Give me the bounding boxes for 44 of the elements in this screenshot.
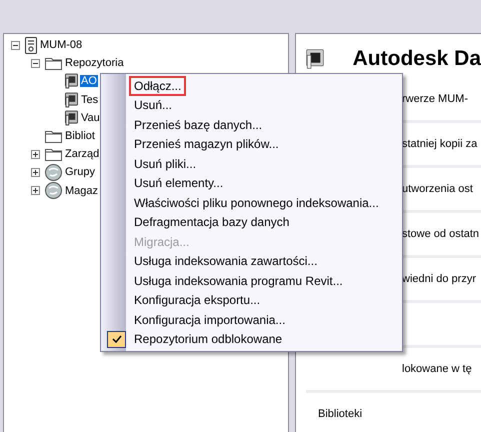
vault-icon bbox=[65, 110, 78, 126]
detail-text: rwerze MUM- bbox=[402, 93, 468, 105]
tree-item[interactable]: Vau bbox=[80, 112, 101, 124]
menu-item[interactable]: Przenieś bazę danych... bbox=[129, 114, 268, 135]
folder-icon bbox=[45, 56, 62, 70]
tree-item[interactable]: Repozytoria bbox=[64, 57, 125, 70]
expand-toggle[interactable] bbox=[31, 150, 40, 159]
tree-item[interactable]: Tes bbox=[80, 94, 100, 106]
details-title: Autodesk Da bbox=[352, 47, 481, 71]
menu-item[interactable]: Konfiguracja importowania... bbox=[129, 310, 290, 330]
folder-icon bbox=[45, 129, 62, 144]
menu-item[interactable]: Konfiguracja eksportu... bbox=[129, 290, 266, 310]
folder-icon bbox=[45, 147, 62, 162]
vault-icon bbox=[65, 73, 78, 90]
expand-toggle[interactable] bbox=[11, 40, 20, 50]
detail-text: stowe od ostatn bbox=[402, 228, 480, 240]
expand-toggle[interactable] bbox=[31, 168, 40, 177]
tree-item[interactable]: Magaz bbox=[64, 184, 100, 197]
menu-item[interactable]: Odłącz... bbox=[129, 76, 186, 96]
tree-item[interactable]: AO bbox=[80, 75, 98, 88]
detail-text: utworzenia ost bbox=[402, 183, 473, 195]
menu-item[interactable]: Usługa indeksowania zawartości... bbox=[129, 251, 322, 272]
globe-icon bbox=[45, 164, 62, 181]
globe-icon bbox=[45, 182, 62, 200]
menu-item[interactable]: Defragmentacja bazy danych bbox=[129, 212, 294, 232]
expand-toggle[interactable] bbox=[31, 186, 40, 196]
menu-item[interactable]: Usuń... bbox=[129, 95, 178, 116]
detail-text: lokowane w tę bbox=[402, 363, 472, 375]
menu-item[interactable]: Usuń pliki... bbox=[129, 154, 202, 174]
server-icon bbox=[25, 36, 37, 54]
tree-item[interactable]: MUM-08 bbox=[39, 39, 84, 52]
tree-item[interactable]: Bibliot bbox=[64, 130, 96, 142]
tree-item[interactable]: Grupy bbox=[64, 166, 96, 178]
detail-text: wiedni do przyr bbox=[402, 273, 476, 285]
menu-item[interactable]: Przenieś magazyn plików... bbox=[129, 134, 284, 154]
menu-item[interactable]: Usługa indeksowania programu Revit... bbox=[129, 270, 348, 291]
detail-text: statniej kopii za bbox=[402, 138, 478, 150]
expand-toggle[interactable] bbox=[31, 58, 40, 68]
detail-text: Biblioteki bbox=[318, 408, 362, 420]
menu-item[interactable]: Usuń elementy... bbox=[129, 173, 228, 194]
vault-icon bbox=[65, 92, 78, 108]
tree-item[interactable]: Zarząd bbox=[64, 148, 100, 160]
menu-item[interactable]: Właściwości pliku ponownego indeksowania... bbox=[129, 192, 384, 213]
menu-item[interactable]: Repozytorium odblokowane bbox=[129, 329, 288, 350]
